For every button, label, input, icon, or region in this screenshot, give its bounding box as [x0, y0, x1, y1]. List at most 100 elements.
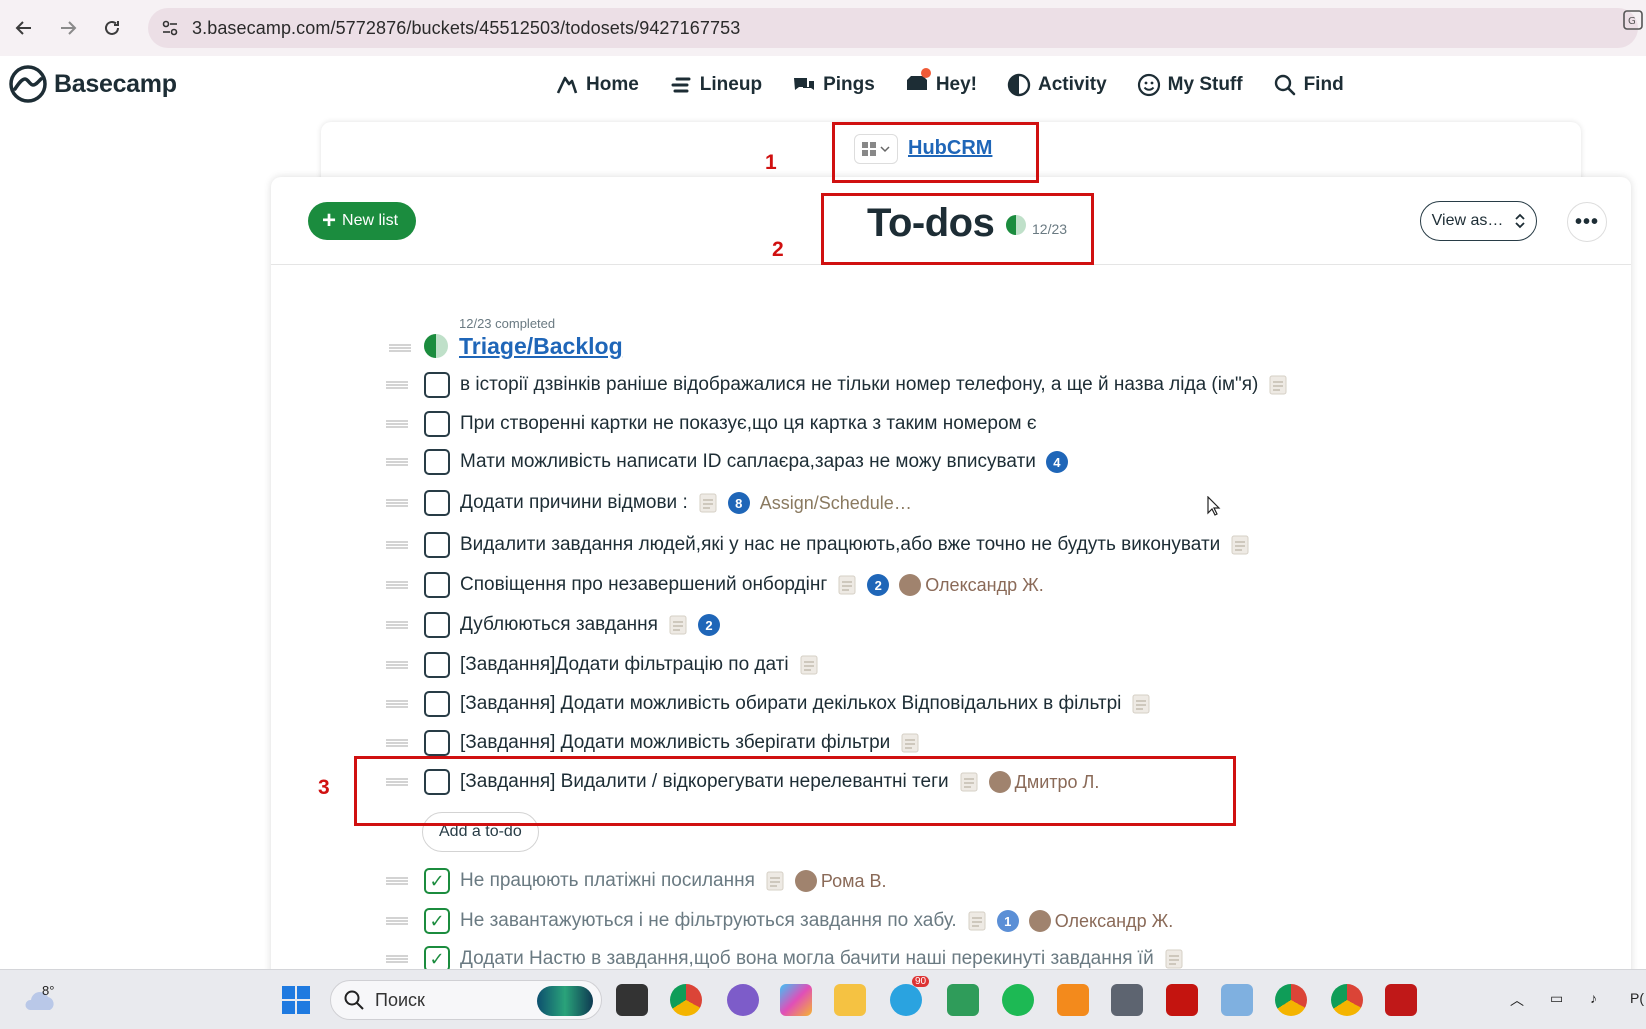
drag-handle[interactable] — [386, 458, 408, 466]
todo-checkbox[interactable] — [424, 730, 450, 756]
chrome-profile-icon[interactable] — [1275, 984, 1307, 1016]
url-text[interactable]: 3.basecamp.com/5772876/buckets/45512503/… — [192, 18, 740, 39]
todo-row: Мати можливість написати ID саплаєра,зар… — [386, 444, 1068, 480]
nav-activity[interactable]: Activity — [1007, 70, 1107, 100]
drag-handle[interactable] — [386, 499, 408, 507]
nav-home[interactable]: Home — [555, 70, 639, 100]
file-explorer-icon[interactable] — [834, 984, 866, 1016]
viber-icon[interactable] — [727, 984, 759, 1016]
comment-count-badge[interactable]: 2 — [867, 574, 890, 596]
site-settings-icon[interactable] — [152, 10, 188, 46]
drag-handle[interactable] — [386, 955, 408, 963]
assignee[interactable]: Олександр Ж. — [1028, 910, 1173, 932]
nav-pings[interactable]: Pings — [792, 70, 875, 100]
todo-checkbox[interactable] — [424, 691, 450, 717]
assignee[interactable]: Рома В. — [794, 870, 887, 892]
assignee[interactable]: Олександр Ж. — [899, 574, 1044, 596]
nav-hey[interactable]: Hey! — [905, 68, 977, 100]
list-progress-pie-icon — [424, 334, 448, 358]
microphone-icon[interactable]: ♪ — [1590, 990, 1597, 1006]
drag-handle[interactable] — [386, 739, 408, 747]
comment-count-badge[interactable]: 1 — [996, 910, 1019, 932]
todo-title[interactable]: [Завдання] Додати можливість зберігати ф… — [460, 732, 890, 754]
assign-schedule-link[interactable]: Assign/Schedule… — [760, 493, 912, 514]
view-as-select[interactable]: View as… — [1420, 201, 1537, 241]
nav-find[interactable]: Find — [1273, 70, 1344, 100]
drag-handle[interactable] — [386, 877, 408, 885]
todo-title[interactable]: Видалити завдання людей,які у нас не пра… — [460, 534, 1220, 556]
tray-language[interactable]: Р( — [1630, 990, 1644, 1006]
comment-count-badge[interactable]: 2 — [697, 614, 720, 636]
todo-checkbox[interactable] — [424, 372, 450, 398]
nav-find-label: Find — [1303, 74, 1344, 95]
telegram-icon[interactable] — [890, 984, 922, 1016]
sublime-icon[interactable] — [1057, 984, 1089, 1016]
more-options-button[interactable]: ••• — [1567, 202, 1607, 242]
todo-title[interactable]: [Завдання]Додати фільтрацію по даті — [460, 654, 789, 676]
network-icon[interactable]: ▭ — [1550, 990, 1563, 1007]
notes-icon — [766, 871, 784, 891]
new-list-button[interactable]: + New list — [308, 202, 417, 240]
todo-title[interactable]: Не завантажуються і не фільтруються завд… — [460, 910, 957, 932]
nav-my-stuff[interactable]: My Stuff — [1137, 70, 1243, 100]
acrobat-icon[interactable] — [1166, 984, 1198, 1016]
todo-checkbox[interactable] — [424, 449, 450, 475]
chrome-icon[interactable] — [670, 984, 702, 1016]
address-bar[interactable]: 3.basecamp.com/5772876/buckets/45512503/… — [148, 8, 1638, 48]
annotation-number-2: 2 — [772, 238, 784, 261]
translate-icon[interactable]: G — [1622, 8, 1646, 32]
chrome-active-profile-icon[interactable] — [1331, 984, 1363, 1016]
todo-title[interactable]: Не працюють платіжні посилання — [460, 870, 755, 892]
drag-handle[interactable] — [386, 581, 408, 589]
reload-button[interactable] — [90, 6, 134, 50]
phone-app-icon[interactable] — [947, 984, 979, 1016]
list-drag-handle[interactable] — [389, 344, 411, 352]
list-title-link[interactable]: Triage/Backlog — [459, 333, 623, 360]
todo-title[interactable]: Дублюються завдання — [460, 614, 658, 636]
todo-title[interactable]: Мати можливість написати ID саплаєра,зар… — [460, 451, 1036, 473]
annotation-box-2 — [821, 193, 1094, 265]
windows-start-icon[interactable] — [280, 984, 312, 1016]
todo-title[interactable]: в історії дзвінків раніше відображалися … — [460, 374, 1258, 396]
todo-checkbox[interactable] — [424, 612, 450, 638]
todo-checkbox-checked[interactable]: ✓ — [424, 868, 450, 894]
drag-handle[interactable] — [386, 381, 408, 389]
todo-checkbox[interactable] — [424, 411, 450, 437]
todo-checkbox[interactable] — [424, 490, 450, 516]
todo-checkbox[interactable] — [424, 572, 450, 598]
todo-row: При створенні картки не показує,що ця ка… — [386, 406, 1037, 442]
drag-handle[interactable] — [386, 420, 408, 428]
remote-desktop-icon[interactable] — [1221, 984, 1253, 1016]
copilot-icon[interactable] — [780, 984, 812, 1016]
drag-handle[interactable] — [386, 917, 408, 925]
spotify-icon[interactable] — [1002, 984, 1034, 1016]
comment-count-badge[interactable]: 8 — [727, 492, 750, 514]
drag-handle[interactable] — [386, 700, 408, 708]
todo-title[interactable]: Додати Настю в завдання,щоб вона могла б… — [460, 948, 1154, 970]
todo-checkbox[interactable] — [424, 532, 450, 558]
drag-handle[interactable] — [386, 541, 408, 549]
basecamp-logo[interactable]: Basecamp — [8, 64, 177, 104]
comment-count-badge[interactable]: 4 — [1045, 451, 1068, 473]
mcafee-icon[interactable] — [1385, 984, 1417, 1016]
nav-my-stuff-label: My Stuff — [1167, 74, 1243, 95]
todo-title[interactable]: [Завдання] Додати можливість обирати дек… — [460, 693, 1121, 715]
todo-title[interactable]: Сповіщення про незавершений онбордінг — [460, 574, 827, 596]
drag-handle[interactable] — [386, 661, 408, 669]
todo-row: ✓ Не завантажуються і не фільтруються зав… — [386, 903, 1173, 939]
todo-checkbox[interactable] — [424, 652, 450, 678]
task-view-icon[interactable] — [616, 984, 648, 1016]
todo-title[interactable]: Додати причини відмови : — [460, 492, 688, 514]
pings-icon — [794, 78, 815, 90]
calculator-icon[interactable] — [1111, 984, 1143, 1016]
forward-button[interactable] — [46, 6, 90, 50]
todo-checkbox-checked[interactable]: ✓ — [424, 908, 450, 934]
nav-lineup[interactable]: Lineup — [669, 70, 762, 100]
search-highlight-image — [537, 986, 593, 1016]
nav-home-label: Home — [586, 74, 639, 95]
back-button[interactable] — [2, 6, 46, 50]
todo-title[interactable]: При створенні картки не показує,що ця ка… — [460, 413, 1037, 435]
drag-handle[interactable] — [386, 621, 408, 629]
tray-chevron-icon[interactable]: ︿ — [1510, 990, 1524, 1010]
taskbar-search[interactable]: Поиск — [330, 980, 602, 1020]
